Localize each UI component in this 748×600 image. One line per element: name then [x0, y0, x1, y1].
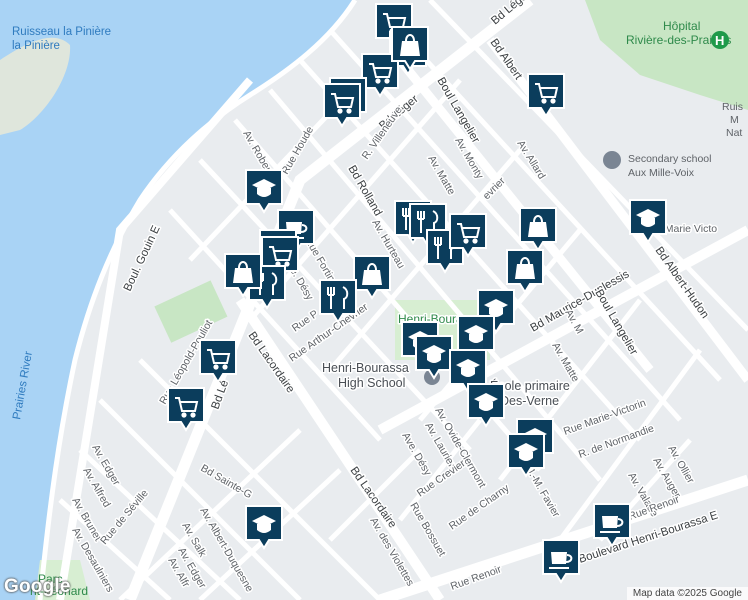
google-logo: Google	[4, 576, 71, 597]
map-attribution: Map data ©2025 Google	[626, 587, 748, 600]
svg-text:H: H	[715, 33, 724, 48]
school-poi-icon	[603, 151, 621, 169]
map-canvas[interactable]: Ruisseau la Pinière la Pinière Prairies R…	[0, 0, 748, 600]
